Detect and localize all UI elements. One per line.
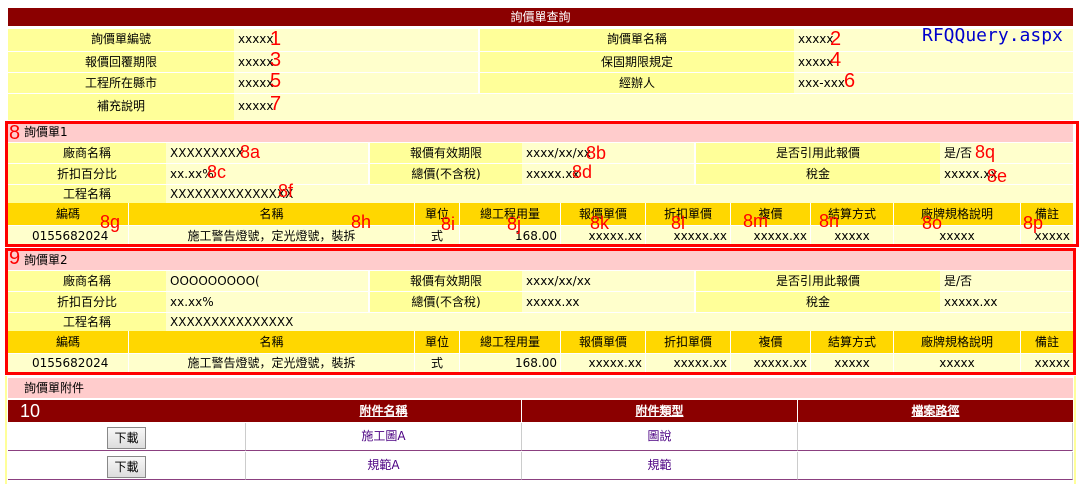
annotation-8l: 8l [671, 213, 686, 233]
annotation-8g: 8g [100, 212, 121, 232]
annotation-5: 5 [270, 70, 282, 92]
warranty-label: 保固期限規定 [480, 52, 794, 72]
annotation-8k: 8k [590, 213, 610, 233]
handler-label: 經辦人 [480, 73, 794, 93]
annotation-8b: 8b [586, 143, 607, 163]
aspx-filename: RFQQuery.aspx [922, 25, 1063, 46]
annotation-8p: 8p [1023, 213, 1044, 233]
annotation-9: 9 [9, 247, 21, 269]
note-value: xxxxx [234, 94, 1073, 120]
handler-value: xxx-xxx [794, 73, 1073, 93]
annotation-1: 1 [270, 28, 282, 50]
annotation-4: 4 [830, 49, 842, 71]
rfq-name-label: 詢價單名稱 [480, 29, 794, 51]
page-title: 詢價單查詢 [8, 8, 1073, 26]
annotation-8c: 8c [207, 162, 227, 182]
rfq-no-label: 詢價單編號 [8, 29, 234, 51]
location-label: 工程所在縣市 [8, 73, 234, 93]
annotation-8e: 8e [987, 166, 1008, 186]
annotation-8a: 8a [240, 142, 261, 162]
annotation-8f: 8f [278, 181, 294, 201]
annotation-6: 6 [844, 70, 856, 92]
annotation-7: 7 [270, 93, 282, 115]
note-label: 補充說明 [8, 94, 234, 120]
highlight-box-8 [5, 121, 1079, 247]
annotation-8d: 8d [572, 162, 593, 182]
annotation-8h: 8h [351, 212, 372, 232]
annotation-2: 2 [830, 28, 842, 50]
annotation-8i: 8i [441, 214, 456, 234]
highlight-box-9 [5, 248, 1076, 375]
annotation-8o: 8o [922, 213, 943, 233]
annotation-8j: 8j [507, 214, 522, 234]
attachments-border [5, 376, 1076, 484]
annotation-3: 3 [270, 49, 282, 71]
annotation-8m: 8m [743, 211, 769, 231]
annotation-8q: 8q [975, 142, 996, 162]
annotation-8: 8 [9, 122, 21, 144]
reply-deadline-label: 報價回覆期限 [8, 52, 234, 72]
annotation-8n: 8n [819, 211, 840, 231]
